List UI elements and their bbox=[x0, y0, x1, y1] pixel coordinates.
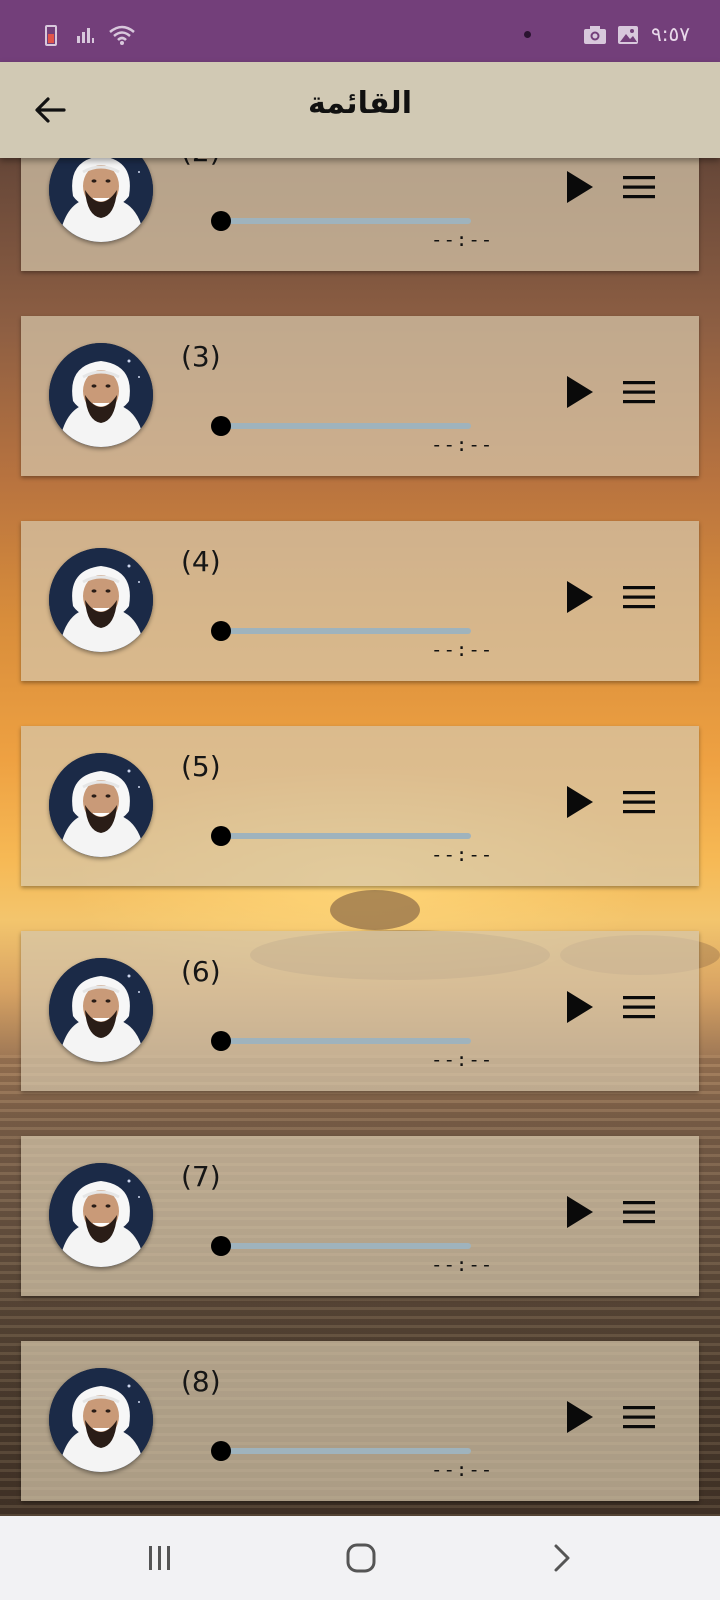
avatar-image bbox=[49, 958, 153, 1062]
play-icon bbox=[567, 1401, 593, 1433]
avatar bbox=[49, 548, 153, 652]
avatar-image bbox=[49, 753, 153, 857]
track-card[interactable]: (7) --:-- bbox=[21, 1136, 699, 1296]
status-bar: ٩:٥٧ bbox=[0, 0, 720, 62]
menu-icon bbox=[623, 996, 655, 1019]
seek-bar[interactable] bbox=[211, 826, 471, 846]
avatar bbox=[49, 158, 153, 242]
avatar-image bbox=[49, 158, 153, 242]
track-title: (4) bbox=[181, 545, 221, 578]
menu-button[interactable] bbox=[619, 577, 659, 617]
image-icon bbox=[617, 25, 639, 44]
menu-icon bbox=[623, 381, 655, 404]
menu-icon bbox=[623, 176, 655, 199]
camera-icon bbox=[583, 25, 607, 44]
menu-icon bbox=[623, 791, 655, 814]
track-list[interactable]: (2) --:-- (3) --:-- (4) --:-- (5) --:-- (6) --:--… bbox=[0, 158, 720, 1516]
menu-button[interactable] bbox=[619, 1192, 659, 1232]
track-title: (2) bbox=[181, 158, 221, 168]
avatar bbox=[49, 1163, 153, 1267]
seek-bar[interactable] bbox=[211, 211, 471, 231]
seek-bar[interactable] bbox=[211, 1441, 471, 1461]
track-duration: --:-- bbox=[431, 844, 494, 866]
battery-icon bbox=[44, 24, 66, 46]
seek-thumb[interactable] bbox=[211, 621, 231, 641]
nav-back-button[interactable] bbox=[542, 1538, 582, 1578]
track-title: (6) bbox=[181, 955, 221, 988]
play-icon bbox=[567, 376, 593, 408]
menu-button[interactable] bbox=[619, 1397, 659, 1437]
menu-icon bbox=[623, 586, 655, 609]
play-icon bbox=[567, 1196, 593, 1228]
menu-icon bbox=[623, 1201, 655, 1224]
avatar-image bbox=[49, 1163, 153, 1267]
seek-thumb[interactable] bbox=[211, 416, 231, 436]
track-card[interactable]: (2) --:-- bbox=[21, 158, 699, 271]
play-button[interactable] bbox=[559, 780, 599, 824]
back-chevron-icon bbox=[554, 1544, 570, 1572]
track-card[interactable]: (5) --:-- bbox=[21, 726, 699, 886]
menu-button[interactable] bbox=[619, 987, 659, 1027]
play-icon bbox=[567, 991, 593, 1023]
track-duration: --:-- bbox=[431, 434, 494, 456]
avatar bbox=[49, 753, 153, 857]
recent-apps-icon bbox=[149, 1546, 170, 1570]
track-card[interactable]: (4) --:-- bbox=[21, 521, 699, 681]
wifi-icon bbox=[108, 24, 135, 45]
play-icon bbox=[567, 171, 593, 203]
seek-bar[interactable] bbox=[211, 416, 471, 436]
play-button[interactable] bbox=[559, 370, 599, 414]
play-icon bbox=[567, 786, 593, 818]
track-duration: --:-- bbox=[431, 1254, 494, 1276]
play-button[interactable] bbox=[559, 985, 599, 1029]
seek-thumb[interactable] bbox=[211, 826, 231, 846]
home-icon bbox=[346, 1543, 376, 1573]
avatar-image bbox=[49, 548, 153, 652]
track-title: (7) bbox=[181, 1160, 221, 1193]
app-bar: القائمة bbox=[0, 62, 720, 158]
menu-button[interactable] bbox=[619, 372, 659, 412]
play-button[interactable] bbox=[559, 1190, 599, 1234]
track-card[interactable]: (6) --:-- bbox=[21, 931, 699, 1091]
navigation-bar bbox=[0, 1516, 720, 1600]
seek-bar[interactable] bbox=[211, 1031, 471, 1051]
seek-thumb[interactable] bbox=[211, 211, 231, 231]
seek-thumb[interactable] bbox=[211, 1236, 231, 1256]
track-card[interactable]: (3) --:-- bbox=[21, 316, 699, 476]
track-title: (5) bbox=[181, 750, 221, 783]
status-time: ٩:٥٧ bbox=[651, 22, 690, 46]
seek-thumb[interactable] bbox=[211, 1031, 231, 1051]
play-button[interactable] bbox=[559, 165, 599, 209]
page-title: القائمة bbox=[308, 86, 412, 121]
play-button[interactable] bbox=[559, 1395, 599, 1439]
avatar-image bbox=[49, 1368, 153, 1472]
avatar bbox=[49, 343, 153, 447]
home-button[interactable] bbox=[341, 1538, 381, 1578]
avatar-image bbox=[49, 343, 153, 447]
track-duration: --:-- bbox=[431, 1049, 494, 1071]
seek-thumb[interactable] bbox=[211, 1441, 231, 1461]
signal-icon bbox=[76, 24, 98, 43]
track-duration: --:-- bbox=[431, 639, 494, 661]
avatar bbox=[49, 958, 153, 1062]
track-title: (8) bbox=[181, 1365, 221, 1398]
seek-bar[interactable] bbox=[211, 621, 471, 641]
play-icon bbox=[567, 581, 593, 613]
track-title: (3) bbox=[181, 340, 221, 373]
track-card[interactable]: (8) --:-- bbox=[21, 1341, 699, 1501]
track-duration: --:-- bbox=[431, 1459, 494, 1481]
menu-button[interactable] bbox=[619, 782, 659, 822]
notification-dot bbox=[524, 30, 532, 38]
avatar bbox=[49, 1368, 153, 1472]
menu-icon bbox=[623, 1406, 655, 1429]
play-button[interactable] bbox=[559, 575, 599, 619]
menu-button[interactable] bbox=[619, 167, 659, 207]
recent-apps-button[interactable] bbox=[140, 1538, 180, 1578]
seek-bar[interactable] bbox=[211, 1236, 471, 1256]
track-duration: --:-- bbox=[431, 229, 494, 251]
